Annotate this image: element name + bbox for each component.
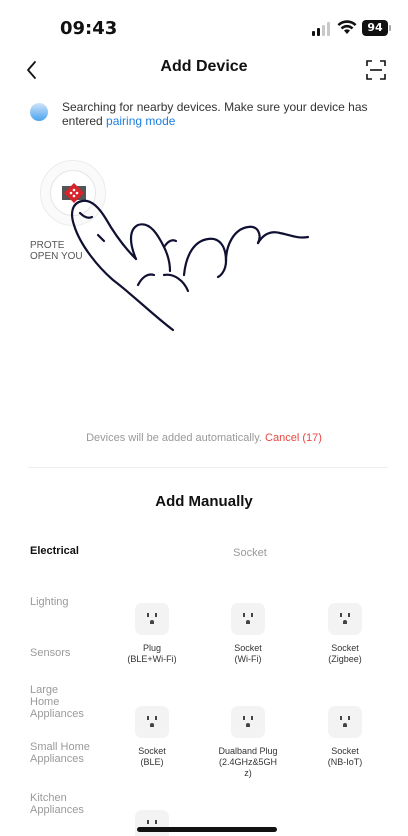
section-label-socket: Socket [233, 547, 267, 559]
device-logo-icon [62, 183, 86, 203]
device-tile-label: Socket (Zigbee) [328, 643, 362, 664]
page-title: Add Device [160, 58, 248, 75]
device-tile[interactable]: Dualband Plug (2.4GHz&5GH z) [201, 706, 291, 786]
back-chevron-icon[interactable] [20, 56, 48, 84]
socket-icon [328, 706, 362, 738]
socket-icon [328, 603, 362, 635]
search-hint: Searching for nearby devices. Make sure … [30, 100, 380, 132]
device-tile-label: Socket (Wi-Fi) [234, 643, 262, 664]
device-tile[interactable]: Socket (Zigbee) [298, 603, 388, 683]
device-tile-label: Plug (BLE+Wi-Fi) [127, 643, 177, 664]
status-bar: 09:43 94 [0, 0, 408, 50]
nav-bar: Add Device [0, 52, 408, 86]
discovered-device-name: PROTE OPEN YOU [30, 240, 83, 262]
searching-spinner-icon [30, 103, 48, 121]
device-tile[interactable]: Socket (NB-IoT) [298, 706, 388, 786]
wifi-icon [337, 20, 357, 34]
socket-icon [231, 603, 265, 635]
device-tile[interactable]: Plug (BLE+Wi-Fi) [105, 603, 195, 683]
status-time: 09:43 [60, 18, 118, 39]
socket-icon [135, 810, 169, 836]
device-tile-label: Dualband Plug (2.4GHz&5GH z) [218, 746, 278, 778]
device-tile[interactable] [105, 810, 195, 836]
device-tile[interactable]: Socket (BLE) [105, 706, 195, 786]
battery-icon: 94 [362, 20, 392, 36]
category-electrical[interactable]: Electrical [30, 545, 125, 557]
socket-icon [135, 603, 169, 635]
socket-icon [135, 706, 169, 738]
auto-add-text: Devices will be added automatically. [86, 432, 262, 444]
scan-icon[interactable] [362, 56, 390, 84]
battery-level: 94 [362, 20, 388, 36]
cancel-button[interactable]: Cancel (17) [265, 432, 322, 444]
device-ring [40, 160, 106, 226]
pairing-mode-link[interactable]: pairing mode [106, 114, 175, 128]
add-manually-title: Add Manually [155, 493, 253, 510]
discovered-device[interactable]: PROTE OPEN YOU [30, 160, 120, 280]
search-hint-text: Searching for nearby devices. Make sure … [62, 100, 382, 128]
device-tile[interactable]: Socket (Wi-Fi) [201, 603, 291, 683]
device-tile-label: Socket (BLE) [138, 746, 166, 767]
home-indicator[interactable] [137, 827, 277, 832]
signal-icon [312, 22, 332, 36]
divider [28, 467, 388, 468]
socket-icon [231, 706, 265, 738]
auto-add-notice: Devices will be added automatically. Can… [0, 432, 408, 444]
device-tile-label: Socket (NB-IoT) [327, 746, 363, 767]
